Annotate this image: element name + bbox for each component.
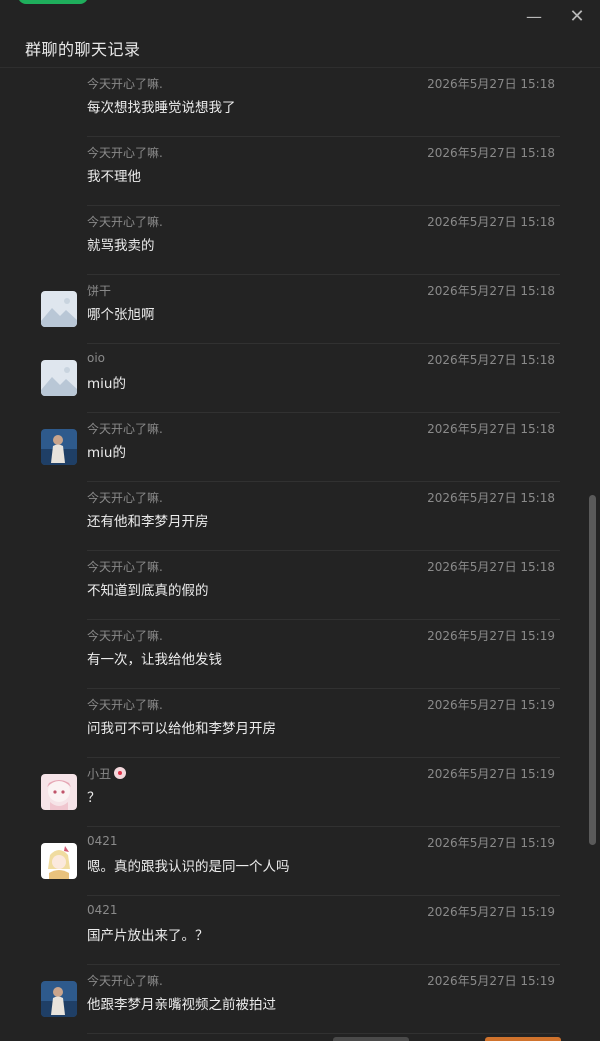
scrollbar-thumb[interactable] [589, 495, 596, 845]
message-item: 今天开心了嘛. 2026年5月27日 15:19 问我可不可以给他和李梦月开房 [0, 689, 588, 758]
sender-name: 今天开心了嘛. [87, 422, 163, 436]
sender-name: 0421 [87, 903, 118, 917]
sender-name: 饼干 [87, 284, 112, 298]
sender-name: 今天开心了嘛. [87, 698, 163, 712]
message-text[interactable]: 哪个张旭啊 [87, 303, 155, 323]
anime-avatar-icon[interactable] [41, 843, 77, 879]
message-divider [87, 1033, 560, 1034]
minimize-button[interactable]: — [520, 4, 548, 30]
message-item: 今天开心了嘛. 2026年5月27日 15:18 miu的 [0, 413, 588, 482]
green-button-edge[interactable] [18, 0, 88, 4]
message-item: 今天开心了嘛. 2026年5月27日 15:18 不知道到底真的假的 [0, 551, 588, 620]
message-item: 0421 2026年5月27日 15:19 嗯。真的跟我认识的是同一个人吗 [0, 827, 588, 896]
placeholder-image-icon[interactable] [41, 291, 77, 327]
sender-name: 小丑 [87, 765, 127, 782]
sender-name: 今天开心了嘛. [87, 629, 163, 643]
message-item: 今天开心了嘛. 2026年5月27日 15:19 有一次，让我给他发钱 [0, 620, 588, 689]
message-time: 2026年5月27日 15:18 [427, 77, 555, 91]
sender-name: 今天开心了嘛. [87, 491, 163, 505]
message-item: 小丑 2026年5月27日 15:19 ？ [0, 758, 588, 827]
sender-name: 今天开心了嘛. [87, 77, 163, 91]
message-time: 2026年5月27日 15:19 [427, 905, 555, 919]
chat-history-window: — ✕ 群聊的聊天记录 今天开心了嘛. 2026年5月27日 15:18 每次想… [0, 0, 600, 1041]
sender-name: 今天开心了嘛. [87, 560, 163, 574]
message-text[interactable]: 有一次，让我给他发钱 [87, 648, 222, 668]
message-time: 2026年5月27日 15:19 [427, 836, 555, 850]
message-item: oio 2026年5月27日 15:18 miu的 [0, 344, 588, 413]
message-time: 2026年5月27日 15:18 [427, 560, 555, 574]
message-item: 0421 2026年5月27日 15:19 国产片放出来了。？ [0, 896, 588, 965]
message-item: 今天开心了嘛. 2026年5月27日 15:18 还有他和李梦月开房 [0, 482, 588, 551]
sender-name: 今天开心了嘛. [87, 974, 163, 988]
message-text[interactable]: ？ [87, 786, 101, 806]
message-text[interactable]: 就骂我卖的 [87, 234, 155, 254]
sender-name: oio [87, 351, 106, 365]
sender-name: 今天开心了嘛. [87, 146, 163, 160]
message-item: 今天开心了嘛. 2026年5月27日 15:18 就骂我卖的 [0, 206, 588, 275]
message-time: 2026年5月27日 15:18 [427, 284, 555, 298]
message-text[interactable]: 还有他和李梦月开房 [87, 510, 209, 530]
message-text[interactable]: 每次想找我睡觉说想我了 [87, 96, 236, 116]
message-item: 饼干 2026年5月27日 15:18 哪个张旭啊 [0, 275, 588, 344]
sender-name: 今天开心了嘛. [87, 215, 163, 229]
message-text[interactable]: 我不理他 [87, 165, 141, 185]
bottom-button-edge[interactable] [333, 1037, 409, 1041]
message-time: 2026年5月27日 15:19 [427, 698, 555, 712]
anime-avatar-icon[interactable] [41, 774, 77, 810]
message-text[interactable]: 他跟李梦月亲嘴视频之前被拍过 [87, 993, 276, 1013]
message-time: 2026年5月27日 15:18 [427, 146, 555, 160]
message-text[interactable]: 国产片放出来了。？ [87, 924, 209, 944]
sender-name-text: 小丑 [87, 767, 112, 781]
message-time: 2026年5月27日 15:19 [427, 974, 555, 988]
message-time: 2026年5月27日 15:19 [427, 629, 555, 643]
message-item: 今天开心了嘛. 2026年5月27日 15:19 他跟李梦月亲嘴视频之前被拍过 [0, 965, 588, 1034]
close-button[interactable]: ✕ [563, 4, 591, 30]
message-text[interactable]: 不知道到底真的假的 [87, 579, 209, 599]
message-text[interactable]: 嗯。真的跟我认识的是同一个人吗 [87, 855, 290, 875]
message-time: 2026年5月27日 15:18 [427, 491, 555, 505]
clown-emoji-icon [114, 767, 127, 779]
message-list[interactable]: 今天开心了嘛. 2026年5月27日 15:18 每次想找我睡觉说想我了 今天开… [0, 68, 588, 1041]
message-item: 今天开心了嘛. 2026年5月27日 15:18 每次想找我睡觉说想我了 [0, 68, 588, 137]
message-text[interactable]: 问我可不可以给他和李梦月开房 [87, 717, 276, 737]
message-time: 2026年5月27日 15:19 [427, 767, 555, 781]
message-time: 2026年5月27日 15:18 [427, 353, 555, 367]
sender-name: 0421 [87, 834, 118, 848]
photo-avatar-icon[interactable] [41, 429, 77, 465]
photo-avatar-icon[interactable] [41, 981, 77, 1017]
placeholder-image-icon[interactable] [41, 360, 77, 396]
message-time: 2026年5月27日 15:18 [427, 215, 555, 229]
message-item: 今天开心了嘛. 2026年5月27日 15:18 我不理他 [0, 137, 588, 206]
message-text[interactable]: miu的 [87, 372, 126, 392]
window-title: 群聊的聊天记录 [25, 40, 141, 59]
message-text[interactable]: miu的 [87, 441, 126, 461]
message-time: 2026年5月27日 15:18 [427, 422, 555, 436]
bottom-accent-button-edge[interactable] [485, 1037, 561, 1041]
